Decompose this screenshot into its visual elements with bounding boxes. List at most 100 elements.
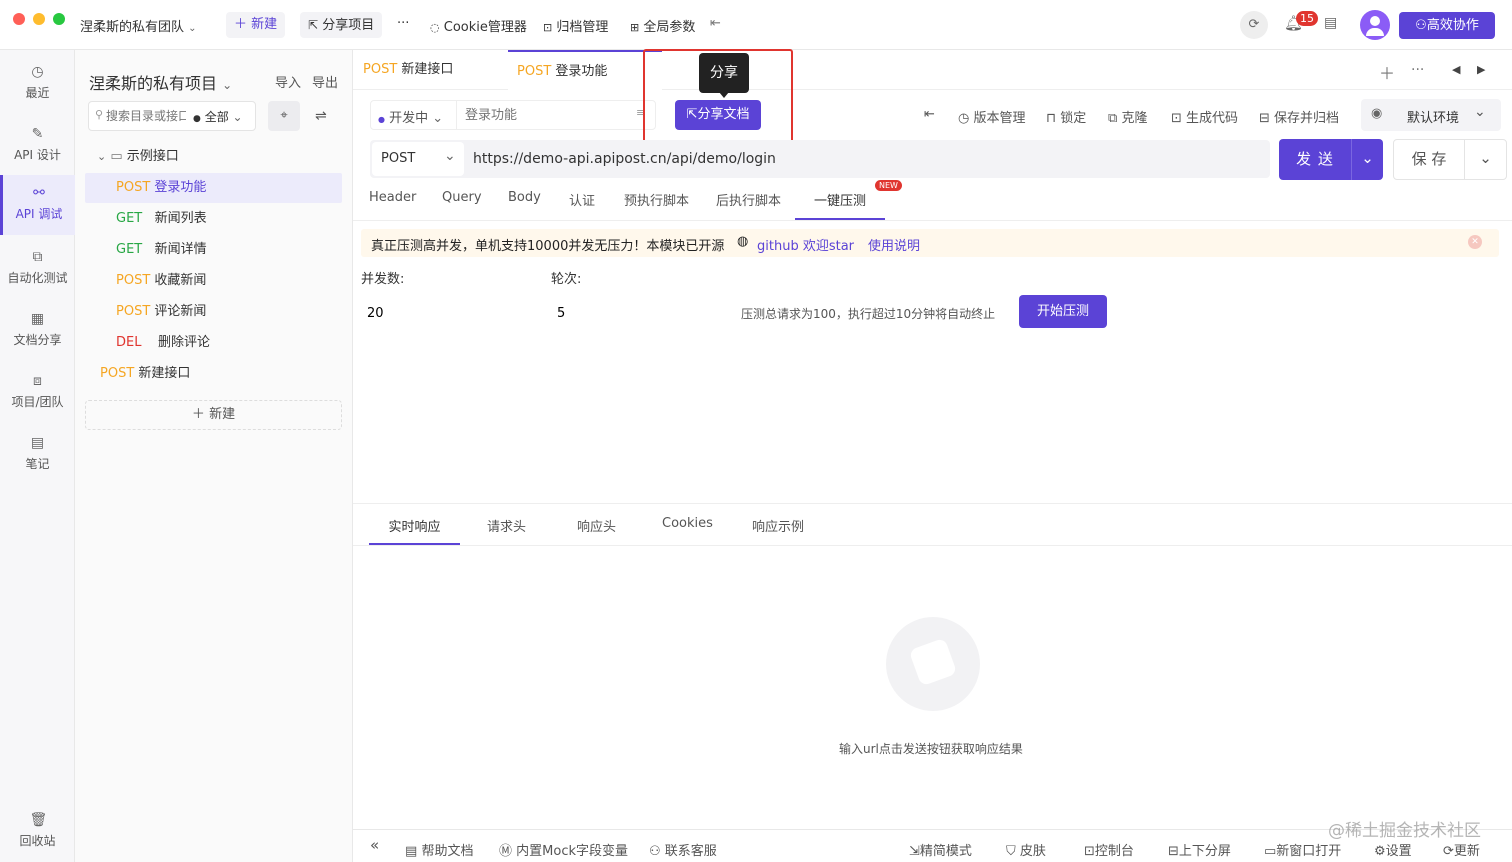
global-params-button[interactable]: ⊞ 全局参数	[630, 16, 695, 35]
tree-item-news-detail[interactable]: GET 新闻详情	[75, 235, 353, 265]
simple-mode-button[interactable]: ⇲精简模式	[909, 840, 972, 859]
tree-item-favorite-news[interactable]: POST 收藏新闻	[75, 266, 353, 296]
copy-icon: ⧉	[1108, 111, 1118, 126]
shirt-icon: ⛉	[1006, 844, 1016, 859]
avatar[interactable]	[1360, 10, 1390, 40]
nav-api-debug[interactable]: ⚯ API 调试	[0, 175, 75, 235]
mock-vars-button[interactable]: Ⓜ 内置Mock字段变量	[499, 840, 628, 859]
tree-new-button[interactable]: ＋ 新建	[85, 400, 342, 430]
close-window-button[interactable]	[13, 13, 25, 25]
response-divider	[353, 503, 1512, 504]
team-switcher[interactable]: 涅柔斯的私有团队 ⌄	[80, 16, 197, 35]
chevron-down-icon: ⌄	[444, 148, 456, 164]
subtab-header[interactable]: Header	[369, 190, 416, 205]
split-screen-button[interactable]: ⊟上下分屏	[1168, 840, 1231, 859]
user-icon: ⚇	[1415, 18, 1427, 33]
settings-button[interactable]: ⚙设置	[1374, 840, 1412, 859]
response-tab-cookies[interactable]: Cookies	[662, 516, 713, 531]
save-button[interactable]: 保 存	[1394, 140, 1464, 179]
response-tab-res-headers[interactable]: 响应头	[577, 516, 616, 535]
send-dropdown-icon[interactable]: ⌄	[1351, 139, 1383, 180]
more-menu-button[interactable]: ···	[397, 16, 409, 31]
subtab-query[interactable]: Query	[442, 190, 482, 205]
subtab-body[interactable]: Body	[508, 190, 541, 205]
rounds-input[interactable]	[557, 300, 727, 326]
search-input[interactable]	[106, 106, 186, 126]
left-navigation: ◷ 最近 ✎ API 设计 ⚯ API 调试 ⧉ 自动化测试 ▦ 文档分享 ⧈ 项目/团队 …	[0, 50, 75, 862]
send-button[interactable]: 发 送	[1279, 139, 1351, 180]
tab-new-api[interactable]: POST 新建接口	[363, 50, 453, 90]
nav-automation-test[interactable]: ⧉ 自动化测试	[0, 247, 75, 297]
add-tab-icon[interactable]: ＋	[1379, 60, 1395, 84]
method-select[interactable]: POST ⌄	[372, 142, 464, 176]
notes-icon[interactable]: ▤	[1324, 15, 1337, 31]
code-icon: ⊡	[1171, 111, 1182, 126]
nav-recent[interactable]: ◷ 最近	[0, 62, 75, 112]
skin-button[interactable]: ⛉ 皮肤	[1006, 840, 1046, 859]
new-window-button[interactable]: ▭新窗口打开	[1264, 840, 1341, 859]
search-icon: ⚲	[95, 108, 104, 121]
lock-button[interactable]: ⊓ 锁定	[1046, 107, 1086, 126]
collapse-all-icon[interactable]: ⇌	[315, 108, 327, 124]
maximize-window-button[interactable]	[53, 13, 65, 25]
watermark: @稀土掘金技术社区	[1328, 821, 1481, 841]
folder-row[interactable]: ⌄ ▭ 示例接口	[75, 142, 353, 172]
new-button[interactable]: ＋ 新建	[226, 12, 286, 38]
save-archive-button[interactable]: ⊟ 保存并归档	[1259, 107, 1339, 126]
outdent-icon[interactable]: ⇤	[710, 16, 721, 31]
project-switcher[interactable]: 涅柔斯的私有项目 ⌄	[89, 70, 232, 94]
gen-code-button[interactable]: ⊡ 生成代码	[1171, 107, 1238, 126]
locate-icon[interactable]: ⌖	[268, 101, 300, 131]
nav-api-design[interactable]: ✎ API 设计	[0, 124, 75, 174]
concurrency-input[interactable]	[367, 300, 537, 326]
usage-link[interactable]: 使用说明	[868, 235, 920, 254]
nav-trash[interactable]: 🗑︎ 回收站	[0, 812, 75, 852]
close-banner-icon[interactable]: ✕	[1468, 235, 1482, 249]
collapse-sidebar-icon[interactable]: «	[370, 836, 379, 854]
collaborate-button[interactable]: ⚇高效协作	[1399, 12, 1495, 39]
api-name-input[interactable]	[456, 101, 631, 129]
share-project-button[interactable]: ⇱ 分享项目	[300, 12, 383, 38]
github-link[interactable]: github 欢迎star	[757, 235, 854, 254]
response-tab-example[interactable]: 响应示例	[752, 516, 804, 535]
tab-login[interactable]: POST 登录功能	[508, 50, 662, 90]
clone-button[interactable]: ⧉ 克隆	[1108, 107, 1147, 126]
tab-prev-icon[interactable]: ◀	[1452, 63, 1460, 76]
console-button[interactable]: ⊡控制台	[1084, 840, 1134, 859]
tree-item-comment-news[interactable]: POST 评论新闻	[75, 297, 353, 327]
subtab-post-script[interactable]: 后执行脚本	[716, 190, 781, 209]
cookie-manager-button[interactable]: ◌ Cookie管理器	[430, 16, 527, 35]
subtab-pre-script[interactable]: 预执行脚本	[624, 190, 689, 209]
console-icon: ⊡	[1084, 844, 1095, 859]
import-button[interactable]: 导入	[275, 72, 301, 91]
tree-item-new-api[interactable]: POST 新建接口	[75, 359, 353, 389]
tree-item-news-list[interactable]: GET 新闻列表	[75, 204, 353, 234]
response-tab-req-headers[interactable]: 请求头	[487, 516, 526, 535]
sync-icon[interactable]: ⟳	[1240, 11, 1268, 39]
outdent-icon[interactable]: ⇤	[924, 107, 935, 122]
update-button[interactable]: ⟳更新	[1443, 840, 1480, 859]
export-button[interactable]: 导出	[312, 72, 338, 91]
archive-manager-button[interactable]: ⊡ 归档管理	[543, 16, 608, 35]
nav-notes[interactable]: ▤ 笔记	[0, 433, 75, 483]
subtab-stress-test[interactable]: 一键压测	[795, 190, 885, 220]
nav-doc-share[interactable]: ▦ 文档分享	[0, 309, 75, 359]
version-button[interactable]: ◷ 版本管理	[958, 107, 1026, 126]
filter-select[interactable]: ● 全部 ⌄	[193, 108, 243, 125]
start-stress-button[interactable]: 开始压测	[1019, 295, 1107, 328]
edit-icon: ✎	[31, 126, 44, 142]
save-dropdown-icon[interactable]: ⌄	[1464, 140, 1506, 179]
subtab-auth[interactable]: 认证	[569, 190, 595, 209]
support-button[interactable]: ⚇ 联系客服	[649, 840, 717, 859]
env-select[interactable]: ◉ 默认环境 ⌄	[1361, 99, 1501, 131]
minimize-window-button[interactable]	[33, 13, 45, 25]
nav-project-team[interactable]: ⧈ 项目/团队	[0, 371, 75, 421]
response-tab-live[interactable]: 实时响应	[369, 516, 460, 545]
tree-item-delete-comment[interactable]: DEL 删除评论	[75, 328, 353, 358]
help-doc-button[interactable]: ▤ 帮助文档	[405, 840, 473, 859]
tree-item-login[interactable]: POST 登录功能	[85, 173, 342, 203]
status-select[interactable]: ● 开发中 ⌄	[378, 107, 443, 126]
tab-next-icon[interactable]: ▶	[1477, 63, 1485, 76]
url-input[interactable]	[473, 144, 1253, 174]
more-icon[interactable]: ···	[1411, 62, 1424, 78]
